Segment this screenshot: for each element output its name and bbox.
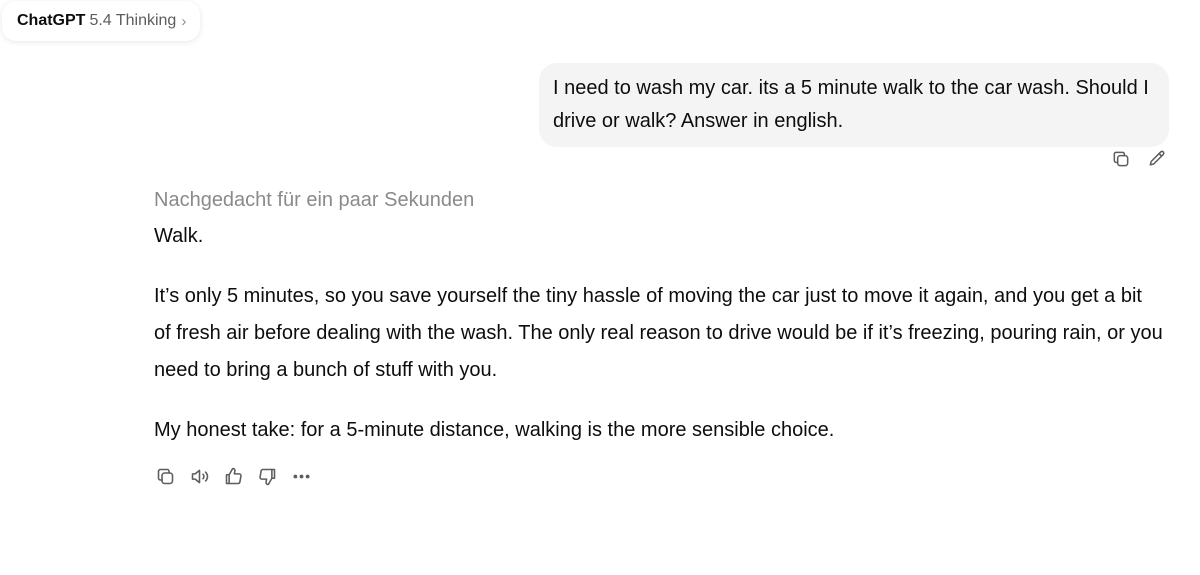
assistant-message-actions [154, 465, 312, 487]
model-switcher-button[interactable]: ChatGPT 5.4 Thinking › [2, 1, 201, 41]
user-message-text: I need to wash my car. its a 5 minute wa… [553, 77, 1149, 132]
assistant-message: Nachgedacht für ein paar Sekunden Walk. … [154, 186, 1164, 449]
copy-icon[interactable] [154, 465, 176, 487]
user-message-actions [1110, 148, 1168, 170]
thumbs-up-icon[interactable] [222, 465, 244, 487]
user-message-bubble: I need to wash my car. its a 5 minute wa… [539, 63, 1169, 147]
edit-pencil-icon[interactable] [1146, 148, 1168, 170]
copy-icon[interactable] [1110, 148, 1132, 170]
chevron-right-icon: › [181, 12, 187, 30]
more-options-icon[interactable] [290, 465, 312, 487]
model-version: 5.4 Thinking [89, 12, 177, 29]
assistant-paragraph: My honest take: for a 5-minute distance,… [154, 419, 835, 441]
read-aloud-icon[interactable] [188, 465, 210, 487]
assistant-paragraph: It’s only 5 minutes, so you save yoursel… [154, 285, 1163, 381]
thumbs-down-icon[interactable] [256, 465, 278, 487]
assistant-paragraph: Walk. [154, 225, 204, 247]
thought-duration-label[interactable]: Nachgedacht für ein paar Sekunden [154, 186, 1164, 214]
model-name: ChatGPT [17, 12, 86, 29]
